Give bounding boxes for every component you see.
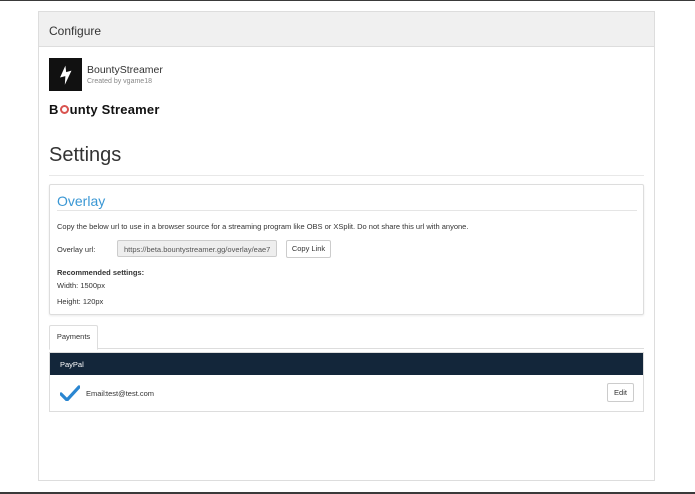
panel-header: Configure: [39, 12, 654, 47]
overlay-divider: [57, 210, 637, 211]
overlay-url-input[interactable]: https://beta.bountystreamer.gg/overlay/e…: [117, 240, 277, 257]
paypal-section: PayPal Email: test@test.com Edit: [49, 352, 644, 412]
brand-prefix: B: [49, 102, 59, 117]
edit-button[interactable]: Edit: [607, 383, 634, 402]
recommended-height: Height: 120px: [57, 297, 104, 306]
tab-bar: Payments: [49, 325, 644, 350]
divider: [49, 175, 644, 176]
overlay-section: Overlay Copy the below url to use in a b…: [49, 184, 644, 315]
checkmark-icon: [60, 385, 80, 401]
recommended-settings-title: Recommended settings:: [57, 268, 145, 277]
extension-author: Created by vgame18: [87, 78, 152, 85]
extension-name: BountyStreamer: [87, 64, 163, 76]
brand-logo: B unty Streamer: [49, 102, 160, 117]
overlay-description: Copy the below url to use in a browser s…: [57, 222, 469, 231]
overlay-title: Overlay: [57, 193, 106, 209]
top-edge: [0, 0, 695, 1]
paypal-header: PayPal: [50, 353, 643, 375]
configure-panel: Configure BountyStreamer Created by vgam…: [38, 11, 655, 481]
recommended-width: Width: 1500px: [57, 281, 105, 290]
tab-payments[interactable]: Payments: [49, 325, 98, 350]
target-ring-icon: [59, 105, 69, 114]
email-value: test@test.com: [106, 389, 155, 398]
email-label: Email:: [86, 389, 107, 398]
page-title: Settings: [49, 144, 122, 166]
copy-link-button[interactable]: Copy Link: [286, 240, 331, 258]
overlay-url-label: Overlay url:: [57, 245, 96, 254]
lightning-bolt-icon: [49, 58, 82, 91]
brand-suffix: unty Streamer: [69, 102, 160, 117]
